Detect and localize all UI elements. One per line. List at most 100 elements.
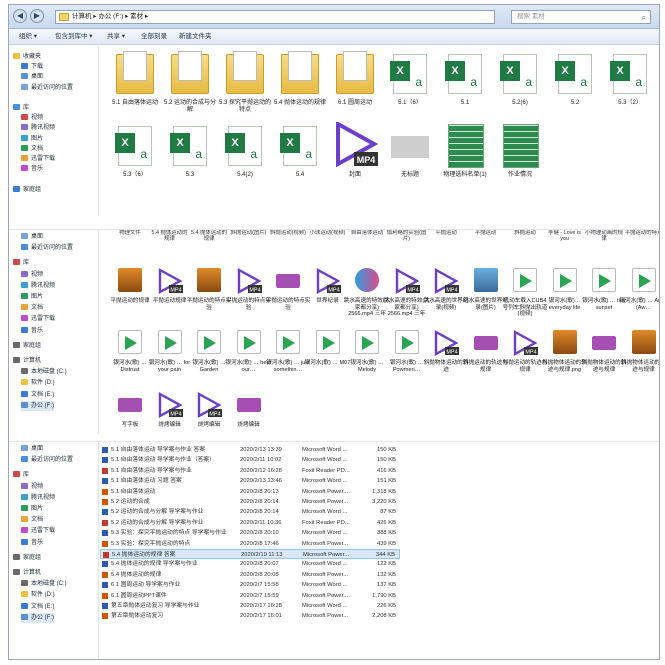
file-tile[interactable]: 机动车载入CUB4号列车斜抛出轨道(视频)	[503, 266, 547, 324]
cut-off-label[interactable]: 物理文件	[110, 230, 150, 250]
file-tile[interactable]: 银河水(歌) … Powmeri…	[387, 328, 427, 386]
nav-item[interactable]: 计算机	[13, 356, 41, 366]
cut-off-label[interactable]: 斜抛运动(视频)	[268, 230, 308, 250]
nav-item[interactable]: 最近访问的位置	[21, 83, 73, 93]
nav-item[interactable]: 迅雷下载	[21, 526, 55, 536]
cut-off-label[interactable]: 李健 - Love is you	[545, 230, 585, 250]
nav-item[interactable]: 本地磁盘 (C:)	[21, 367, 67, 377]
nav-item[interactable]: 视频	[21, 270, 43, 280]
file-tile[interactable]: Xa 5.2(6)	[493, 50, 547, 116]
nav-item[interactable]: 视频	[21, 482, 43, 492]
nav-item[interactable]: 本地磁盘 (C:)	[21, 579, 67, 589]
file-tile[interactable]: Xa 5.3（2）	[603, 50, 657, 116]
file-tile[interactable]: 斜抛运动的轨迹与规律	[463, 328, 508, 386]
file-tile[interactable]: 银河水(歌) … hear our…	[226, 328, 272, 386]
file-tile[interactable]: 平抛运动的规律	[110, 266, 150, 324]
nav-item[interactable]: 腾讯视频	[21, 281, 55, 291]
nav-item[interactable]: 图片	[21, 134, 43, 144]
file-row[interactable]: 5.1 自由落体运动 导学案与作业 2020/2/12 16:28 Foxit Re…	[100, 466, 400, 476]
file-tile[interactable]: 斜抛物体运动的轨迹与规律.png	[542, 328, 587, 386]
file-row[interactable]: 5.1 自由落体运动 导学案与作业 答案 2020/2/13 13:39 Micro…	[100, 445, 400, 455]
share-button[interactable]: 共享 ▾	[107, 32, 125, 42]
file-tile[interactable]: 斜抛物体运动的轨迹与规律	[582, 328, 626, 386]
file-row[interactable]: 5.4 抛体运动的规律 导学案与作业 2020/2/8 20:07 Microsof…	[100, 559, 400, 569]
cut-off-label[interactable]: 平抛运动	[426, 230, 466, 250]
file-tile[interactable]: Xa 5.3	[163, 122, 217, 188]
file-tile[interactable]: 作业情况	[493, 122, 547, 188]
cut-off-label[interactable]: 平抛运动	[466, 230, 506, 250]
address-bar[interactable]: 计算机 ▸ 办公 (F:) ▸ 素材 ▸	[55, 10, 495, 24]
address-seg-1[interactable]: 计算机	[72, 13, 92, 20]
new-folder-button[interactable]: 新建文件夹	[179, 32, 212, 42]
file-row[interactable]: 5.3 实验：探究平抛运动的特点 导学案与作业 2020/2/8 20:10 Mic…	[100, 528, 400, 538]
file-tile[interactable]: MP4 平抛运动的特点实验	[226, 266, 271, 324]
include-library-button[interactable]: 包含到库中 ▾	[55, 32, 93, 42]
cut-off-label[interactable]: 斜抛运动(图片)	[229, 230, 269, 250]
file-tile[interactable]: Xa 5.1（6）	[383, 50, 437, 116]
nav-item[interactable]: 办公 (F:)	[21, 400, 54, 411]
file-tile[interactable]: MP4 斜抛物体运动的轨迹	[424, 328, 468, 386]
file-row[interactable]: 5.1 自由落体运动 导学案与作业（答案） 2020/2/11 10:02 Micr…	[100, 455, 400, 465]
file-tile[interactable]: MP4 跳水高速的世界纪录(视频)	[424, 266, 468, 324]
cut-off-label[interactable]: 小物理动画的规律	[584, 230, 624, 250]
forward-icon[interactable]: ▶	[30, 9, 44, 23]
organize-button[interactable]: 组织 ▾	[19, 32, 37, 42]
file-tile[interactable]: 5.1 自由落体运动	[108, 50, 162, 116]
nav-item[interactable]: 桌面	[21, 72, 43, 82]
nav-item[interactable]: 桌面	[21, 232, 43, 242]
file-tile[interactable]: 5.3 探究平抛运动的特点	[218, 50, 272, 116]
nav-item[interactable]: 音乐	[21, 538, 43, 548]
address-seg-3[interactable]: 素材	[130, 13, 143, 20]
cut-off-label[interactable]: 自由落体运动	[347, 230, 387, 250]
file-tile[interactable]: Xa 5.2	[548, 50, 602, 116]
file-row[interactable]: 5.2 运动的合成与分解 导学案与作业 2020/2/11 10:36 Foxit …	[100, 518, 400, 528]
nav-item[interactable]: 最近访问的位置	[21, 455, 73, 465]
file-tile[interactable]: 银河水(歌) … tiny sunset	[582, 266, 626, 324]
back-icon[interactable]: ◀	[13, 9, 27, 23]
nav-item[interactable]: 家庭组	[13, 341, 41, 351]
nav-item[interactable]: 视频	[21, 113, 43, 123]
file-tile[interactable]: MP4 烧烤编辑	[189, 390, 229, 434]
nav-item[interactable]: 家庭组	[13, 553, 41, 563]
file-tile[interactable]: 银河水(歌) … Melody	[347, 328, 387, 386]
nav-item[interactable]: 软件 (D:)	[21, 378, 55, 388]
cut-off-label[interactable]: 斜抛运动	[505, 230, 545, 250]
file-tile[interactable]: 斜抛物体运动的轨迹与规律	[621, 328, 659, 386]
nav-item[interactable]: 迅雷下载	[21, 314, 55, 324]
file-tile[interactable]: 物理选科名单(1)	[438, 122, 492, 188]
file-tile[interactable]: 5.2 运动的合成与分解	[163, 50, 217, 116]
file-row[interactable]: 5.3 实验：探究平抛运动的特点 2020/2/8 17:46 Microsoft …	[100, 539, 400, 549]
nav-item[interactable]: 库	[13, 470, 29, 480]
nav-item[interactable]: 文档	[21, 303, 43, 313]
file-tile[interactable]: 银河水(歌)… everyday life	[545, 266, 585, 324]
file-row[interactable]: 5.1 自由落体运动 习题 答案 2020/2/13 13:46 Microsoft…	[100, 476, 400, 486]
file-tile[interactable]: 平抛运动的特点实验	[266, 266, 310, 324]
file-tile[interactable]: 跳水高速的特效(大家都分享) 2566.mp4 三年	[344, 266, 390, 324]
file-row[interactable]: 5.2 运动的合成与分解 导学案与作业 2020/2/8 20:14 Microso…	[100, 507, 400, 517]
file-tile[interactable]: MP4 封面	[328, 122, 382, 188]
nav-item[interactable]: 图片	[21, 504, 43, 514]
file-row[interactable]: 第五章抛体运动复习 2020/2/17 16:01 Microsoft Power.…	[100, 611, 400, 621]
file-tile[interactable]: MP4 斜抛运动的轨迹与规律	[503, 328, 547, 386]
file-tile[interactable]: 平抛运动的特点实验	[187, 266, 231, 324]
file-tile[interactable]: MP4 跳水高速的特效(大家都分享) 2566.mp4 三年	[383, 266, 430, 324]
file-row[interactable]: 6.1 圆周运动PPT课件 2020/2/7 15:59 Microsoft Pow…	[100, 591, 400, 601]
file-tile[interactable]: Xa 5.1	[438, 50, 492, 116]
nav-item[interactable]: 库	[13, 258, 29, 268]
file-tile[interactable]: Xa 5.3（6）	[108, 122, 162, 188]
nav-item[interactable]: 图片	[21, 292, 43, 302]
file-row[interactable]: 5.2 运动的合成 2020/2/8 20:14 Microsoft Power..…	[100, 497, 400, 507]
nav-item[interactable]: 下载	[21, 62, 43, 72]
file-tile[interactable]: 银河水(歌) … M07	[305, 328, 350, 386]
nav-item[interactable]: 文档	[21, 144, 43, 154]
cut-off-label[interactable]: 5.4 抛体运动的规律	[189, 230, 229, 250]
nav-item[interactable]: 文档 (E:)	[21, 390, 54, 400]
file-tile[interactable]: Xa 5.4(2)	[218, 122, 272, 188]
nav-item[interactable]: 音乐	[21, 326, 43, 336]
nav-item[interactable]: 文档	[21, 515, 43, 525]
nav-item[interactable]: 软件 (D:)	[21, 590, 55, 600]
file-row[interactable]: 5.1 自由落体运动 2020/2/8 20:13 Microsoft Power.…	[100, 487, 400, 497]
nav-item[interactable]: 库	[13, 103, 29, 113]
cut-off-label[interactable]: 伽利略的实验(图片)	[387, 230, 427, 250]
cut-off-label[interactable]: 小球运动(视频)	[308, 230, 348, 250]
